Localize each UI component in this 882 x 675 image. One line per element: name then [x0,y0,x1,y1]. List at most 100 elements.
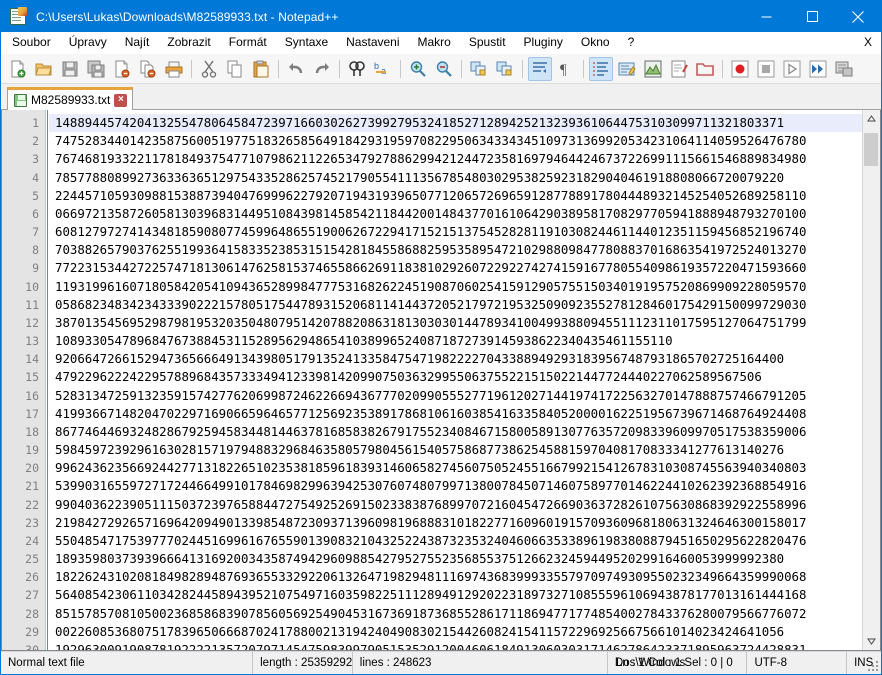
save-macro-icon[interactable] [832,57,856,81]
close-icon[interactable]: × [114,93,128,107]
code-line[interactable]: 1893598037393966641316920034358749429609… [49,550,862,568]
line-number: 4 [32,170,39,185]
code-line[interactable]: 9206647266152947365666491343980517913524… [49,350,862,368]
menu-bar: Soubor Úpravy Najít Zobrazit Formát Synt… [1,32,881,54]
close-file-icon[interactable] [110,57,134,81]
vertical-scrollbar[interactable] [862,110,880,650]
code-line[interactable]: 3870135456952987981953203504807951420788… [49,314,862,332]
menu-item-soubor[interactable]: Soubor [3,33,60,53]
line-number: 7 [32,225,39,240]
play-macro-icon[interactable] [780,57,804,81]
code-line[interactable]: 1822624310208184982894876936553329220613… [49,568,862,586]
line-number: 20 [25,461,39,476]
vertical-scroll-thumb[interactable] [864,133,878,166]
replace-icon[interactable]: ba [371,57,395,81]
line-number: 26 [25,570,39,585]
code-line[interactable]: 7475283440142358756005197751832658564918… [49,132,862,150]
show-all-characters-icon[interactable]: ¶ [554,57,578,81]
line-number: 2 [32,134,39,149]
new-file-icon[interactable] [6,57,30,81]
minimize-icon[interactable] [743,1,789,32]
folder-as-workspace-icon[interactable] [693,57,717,81]
menu-item-help[interactable]: ? [619,33,644,53]
code-line[interactable]: 5504854717539777024451699616765590139083… [49,532,862,550]
code-line[interactable]: 1929630091908781922221357207971454759839… [49,641,862,650]
code-line[interactable]: 6081279727414348185908077459964865519006… [49,223,862,241]
toolbar-separator [400,59,401,78]
line-number: 18 [25,424,39,439]
menu-item-makro[interactable]: Makro [409,33,460,53]
code-content[interactable]: 1488944574204132554780645847239716603026… [49,110,862,650]
line-number: 23 [25,515,39,530]
close-icon[interactable] [835,1,881,32]
code-line[interactable]: 4792296222422957889684357333494123398142… [49,368,862,386]
maximize-icon[interactable] [789,1,835,32]
function-list-icon[interactable] [667,57,691,81]
menu-item-nastaveni[interactable]: Nastaveni [337,33,408,53]
code-line[interactable]: 8677464469324828679259458344814463781685… [49,423,862,441]
scroll-up-icon[interactable] [863,110,880,127]
code-line[interactable]: 0669721358726058130396831449510843981458… [49,205,862,223]
undo-icon[interactable] [284,57,308,81]
document-map-icon[interactable] [641,57,665,81]
paste-icon[interactable] [249,57,273,81]
copy-icon[interactable] [223,57,247,81]
toolbar-separator [278,59,279,78]
code-line[interactable]: 5399031655972717244664991017846982996394… [49,477,862,495]
cut-icon[interactable] [197,57,221,81]
save-all-icon[interactable] [84,57,108,81]
record-macro-icon[interactable] [728,57,752,81]
menu-item-upravy[interactable]: Úpravy [60,33,116,53]
redo-icon[interactable] [310,57,334,81]
menu-item-najit[interactable]: Najít [116,33,159,53]
stop-recording-icon[interactable] [754,57,778,81]
code-line[interactable]: 9962436235669244277131822651023538185961… [49,459,862,477]
user-defined-language-icon[interactable] [615,57,639,81]
scroll-down-icon[interactable] [863,633,880,650]
sync-vertical-scroll-icon[interactable] [467,57,491,81]
print-icon[interactable] [162,57,186,81]
run-macro-multiple-times-icon[interactable] [806,57,830,81]
find-icon[interactable] [345,57,369,81]
menu-item-spustit[interactable]: Spustit [460,33,515,53]
toolbar: ba ¶ [1,54,881,84]
save-icon[interactable] [58,57,82,81]
close-document-button[interactable]: X [864,35,872,49]
code-line[interactable]: 1193199616071805842054109436528998477753… [49,278,862,296]
sync-horizontal-scroll-icon[interactable] [493,57,517,81]
tab-m82589933-txt[interactable]: M82589933.txt × [7,87,134,110]
code-line[interactable]: 8515785708105002368586839078560569254904… [49,605,862,623]
line-number: 25 [25,552,39,567]
close-all-files-icon[interactable] [136,57,160,81]
open-file-icon[interactable] [32,57,56,81]
code-line[interactable]: 1488944574204132554780645847239716603026… [49,114,862,133]
menu-item-okno[interactable]: Okno [572,33,619,53]
code-line[interactable]: 5640854230611034282445894395210754971603… [49,586,862,604]
zoom-in-icon[interactable] [406,57,430,81]
code-line[interactable]: 0586823483423433390222157805175447893152… [49,296,862,314]
menu-item-pluginy[interactable]: Pluginy [515,33,572,53]
code-line[interactable]: 0022608536807517839650666870241788002131… [49,623,862,641]
code-line[interactable]: 1089330547896847673884531152895629486541… [49,332,862,350]
code-line[interactable]: 7674681933221178184937547710798621122653… [49,150,862,168]
line-number: 17 [25,406,39,421]
code-line[interactable]: 7038826579037625519936415833523853151542… [49,241,862,259]
code-line[interactable]: 7857788089927363363651297543352862574521… [49,169,862,187]
code-line[interactable]: 4199366714820470229716906659646577125692… [49,405,862,423]
zoom-out-icon[interactable] [432,57,456,81]
code-line[interactable]: 9904036223905111503723976588447275492526… [49,496,862,514]
code-line[interactable]: 2244571059309881538873940476999622792071… [49,187,862,205]
menu-item-syntaxe[interactable]: Syntaxe [276,33,337,53]
saved-document-icon [14,93,27,107]
menu-item-format[interactable]: Formát [220,33,276,53]
code-line[interactable]: 5283134725913235915742776206998724622669… [49,387,862,405]
code-line[interactable]: 5984597239296163028157197948832968463580… [49,441,862,459]
word-wrap-icon[interactable] [528,56,552,81]
vertical-scroll-track[interactable] [863,127,880,633]
status-file-type: Normal text file [1,652,254,674]
code-line[interactable]: 7722315344272257471813061476258153746558… [49,259,862,277]
code-line[interactable]: 2198427292657169642094901339854872309371… [49,514,862,532]
text-editor[interactable]: 1 2 3 4 5 6 7 8 9 10 11 12 13 14 15 16 17 18 19 20 21 22 23 24 2… [2,110,862,650]
indent-guideline-icon[interactable] [589,56,613,81]
menu-item-zobrazit[interactable]: Zobrazit [158,33,219,53]
